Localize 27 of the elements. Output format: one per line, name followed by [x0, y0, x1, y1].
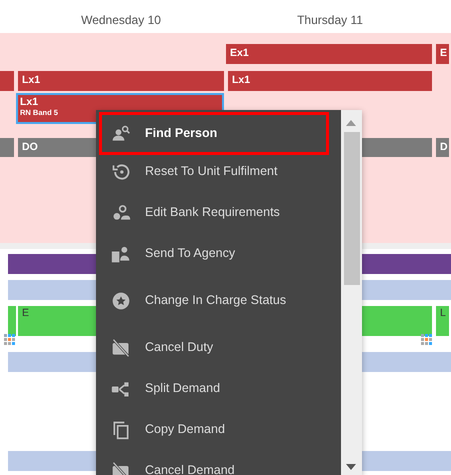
menu-item[interactable]: Send To Agency [96, 233, 341, 274]
crossed-card-icon [111, 338, 131, 358]
copy-icon [111, 420, 131, 440]
shift-bar[interactable] [8, 306, 16, 336]
menu-item[interactable]: Change In Charge Status [96, 274, 341, 327]
shift-bar[interactable]: Lx1 [18, 71, 224, 91]
menu-item[interactable]: Copy Demand [96, 409, 341, 450]
shift-bar[interactable] [0, 71, 14, 91]
person-search-icon [111, 124, 131, 144]
menu-item[interactable]: Split Demand [96, 368, 341, 409]
scrollbar[interactable] [341, 110, 362, 475]
reset-icon [111, 162, 131, 182]
shift-bar[interactable] [0, 138, 14, 157]
shift-bar[interactable]: L [436, 306, 449, 336]
shift-bar[interactable]: E [436, 44, 449, 64]
people-icon [111, 202, 131, 222]
scroll-down-icon[interactable] [346, 464, 356, 470]
menu-item[interactable]: Cancel Duty [96, 327, 341, 368]
menu-item[interactable]: Edit Bank Requirements [96, 192, 341, 233]
day-header: Thursday 11 [297, 12, 363, 26]
scroll-up-icon[interactable] [346, 120, 356, 126]
shift-bar[interactable]: D [436, 138, 449, 157]
shift-bar[interactable]: Lx1 [228, 71, 432, 91]
day-header: Wednesday 10 [81, 12, 161, 26]
shift-bar[interactable]: Ex1 [226, 44, 432, 64]
menu-item[interactable]: Cancel Demand [96, 450, 341, 475]
scroll-thumb[interactable] [344, 132, 360, 285]
